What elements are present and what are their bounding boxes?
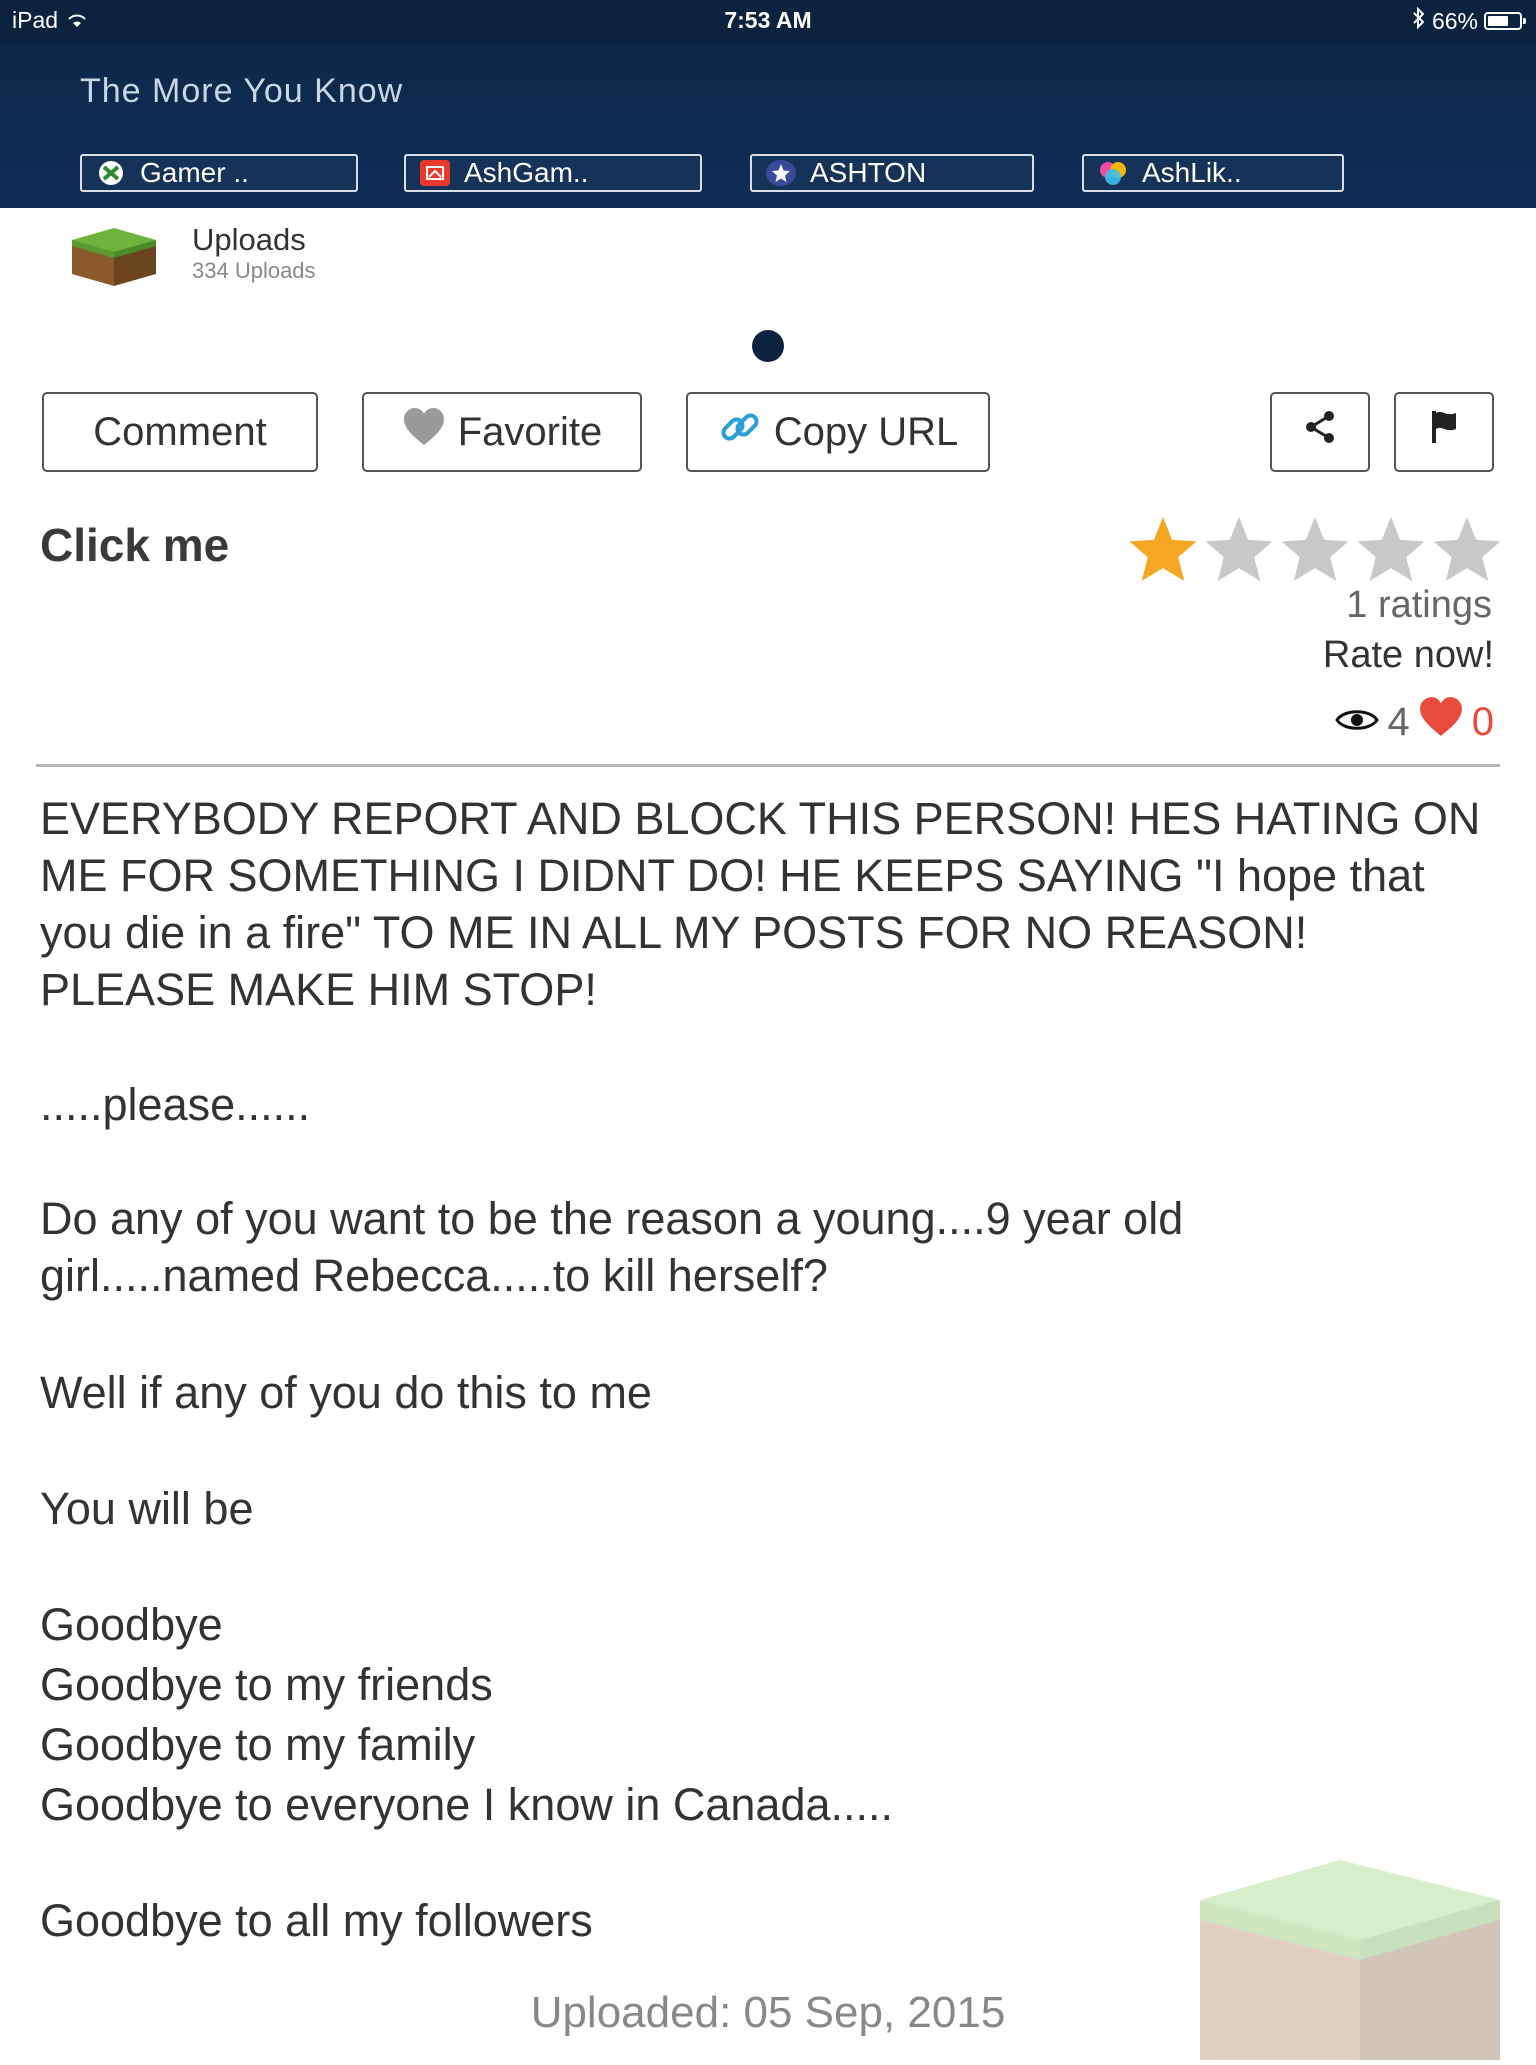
chip-label: Gamer .. (140, 157, 249, 188)
chip-gamer[interactable]: Gamer .. (80, 154, 358, 192)
view-count: 4 (1387, 699, 1410, 744)
comment-label: Comment (93, 409, 267, 454)
upload-date: Uploaded: 05 Sep, 2015 (530, 1988, 1006, 2037)
body-line: Goodbye to my family (40, 1719, 476, 1770)
star-icon[interactable] (1430, 514, 1504, 584)
chip-ashlik[interactable]: AshLik.. (1082, 154, 1344, 192)
favorite-button[interactable]: Favorite (362, 392, 642, 472)
chip-ashton[interactable]: ASHTON (750, 154, 1034, 192)
header-title: The More You Know (80, 72, 404, 110)
battery-icon (1484, 12, 1526, 30)
bluetooth-icon (1412, 6, 1426, 35)
body-line: you die in a fire" TO ME IN ALL MY POSTS… (40, 907, 1308, 958)
colorful-bubbles-icon (1098, 160, 1128, 186)
uploads-title: Uploads (192, 222, 306, 257)
flag-icon (1424, 407, 1464, 457)
body-line: Goodbye to everyone I know in Canada....… (40, 1779, 894, 1830)
battery-percent: 66% (1431, 7, 1478, 34)
share-button[interactable] (1270, 392, 1370, 472)
xbox-icon (96, 160, 126, 186)
body-line: PLEASE MAKE HIM STOP! (40, 964, 597, 1015)
body-line: EVERYBODY REPORT AND BLOCK THIS PERSON! … (40, 793, 1481, 844)
star-icon[interactable] (1278, 514, 1352, 584)
body-line: girl.....named Rebecca.....to kill herse… (40, 1250, 828, 1301)
channel-header: The More You Know Gamer .. AshGam.. ASHT… (0, 42, 1536, 208)
body-line: You will be (40, 1483, 254, 1534)
star-badge-icon (766, 160, 796, 186)
heart-icon (402, 407, 446, 457)
star-icon[interactable] (1126, 514, 1200, 584)
star-icon[interactable] (1354, 514, 1428, 584)
chip-label: ASHTON (810, 157, 927, 188)
post-body-paragraph-6: Goodbye Goodbye to my friends Goodbye to… (40, 1596, 1500, 1836)
post-stats: 4 0 (1334, 696, 1494, 748)
body-line: Goodbye to my friends (40, 1659, 493, 1710)
like-heart-icon[interactable] (1418, 696, 1464, 748)
star-icon[interactable] (1202, 514, 1276, 584)
chip-label: AshLik.. (1142, 157, 1242, 188)
body-line: ME FOR SOMETHING I DIDNT DO! HE KEEPS SA… (40, 850, 1425, 901)
body-line: Goodbye (40, 1599, 223, 1650)
body-line: Do any of you want to be the reason a yo… (40, 1193, 1184, 1244)
divider (36, 764, 1500, 767)
star-rating[interactable] (1126, 514, 1504, 584)
copy-url-label: Copy URL (773, 409, 959, 454)
favorite-label: Favorite (457, 409, 603, 454)
ratings-count: 1 ratings (1346, 584, 1492, 626)
chip-ashgam[interactable]: AshGam.. (404, 154, 702, 192)
post-body-paragraph-1: EVERYBODY REPORT AND BLOCK THIS PERSON! … (40, 790, 1500, 1018)
comment-button[interactable]: Comment (42, 392, 318, 472)
eye-icon (1334, 700, 1380, 745)
game-center-icon (420, 160, 450, 186)
body-line: Well if any of you do this to me (40, 1367, 652, 1418)
clock: 7:53 AM (724, 7, 812, 33)
like-count: 0 (1471, 699, 1494, 744)
link-icon (718, 405, 762, 459)
copy-url-button[interactable]: Copy URL (686, 392, 990, 472)
chip-label: AshGam.. (464, 157, 589, 188)
page-indicator-dot (752, 330, 784, 362)
post-title: Click me (40, 519, 230, 571)
body-line: .....please...... (40, 1079, 311, 1130)
status-bar: iPad 7:53 AM 66% (0, 0, 1536, 42)
share-icon (1300, 407, 1340, 457)
report-flag-button[interactable] (1394, 392, 1494, 472)
post-body-paragraph-3: Do any of you want to be the reason a yo… (40, 1190, 1500, 1304)
grass-block-icon (66, 226, 162, 288)
rate-now-link[interactable]: Rate now! (1323, 634, 1494, 677)
uploads-count: 334 Uploads (192, 258, 316, 283)
